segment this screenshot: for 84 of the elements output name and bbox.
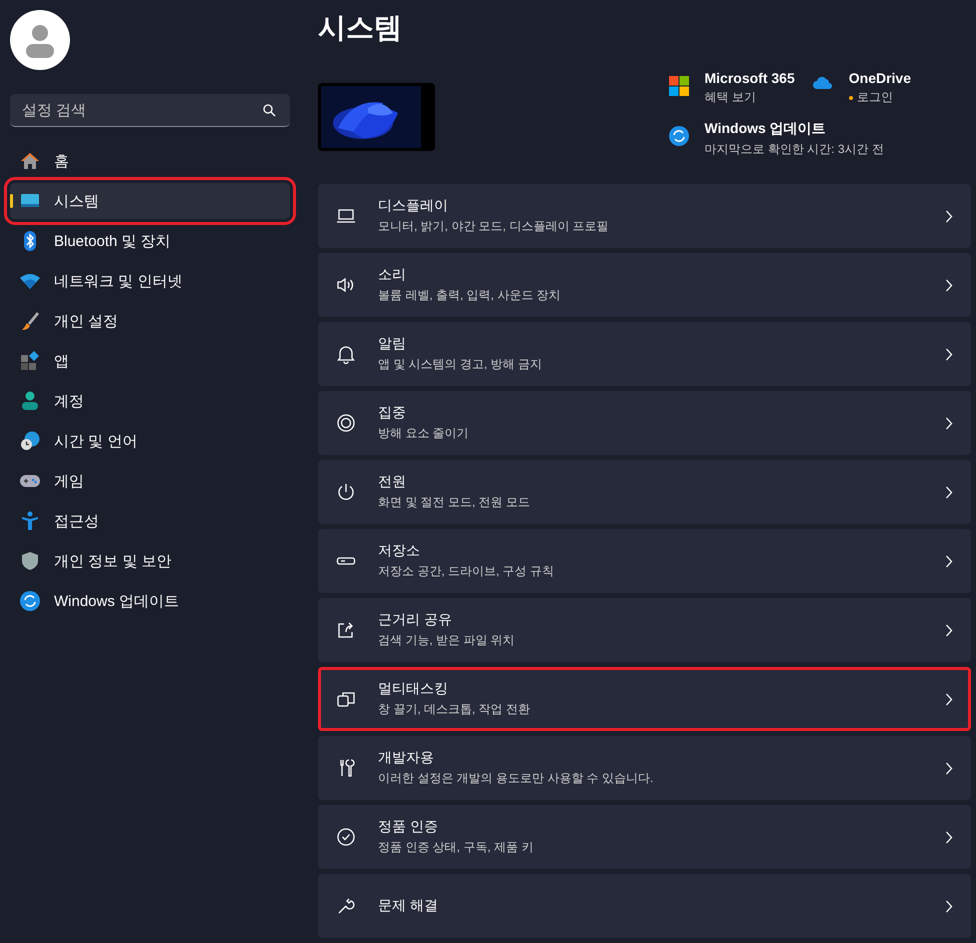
chevron-icon bbox=[945, 278, 953, 292]
bell-icon bbox=[336, 344, 356, 364]
card-subtitle: 앱 및 시스템의 경고, 방해 금지 bbox=[378, 356, 544, 373]
chevron-icon bbox=[945, 692, 953, 706]
settings-card[interactable]: 개발자용 이러한 설정은 개발의 용도로만 사용할 수 있습니다. bbox=[318, 736, 971, 800]
chevron-icon bbox=[945, 416, 953, 430]
card-subtitle: 정품 인증 상태, 구독, 제품 키 bbox=[378, 839, 534, 856]
settings-card[interactable]: 집중 방해 요소 줄이기 bbox=[318, 391, 971, 455]
service-title[interactable]: OneDrive bbox=[848, 70, 911, 86]
nav-item[interactable]: 개인 정보 및 보안 bbox=[10, 543, 290, 579]
settings-card[interactable]: 멀티태스킹 창 끌기, 데스크톱, 작업 전환 bbox=[318, 667, 971, 731]
settings-card[interactable]: 저장소 저장소 공간, 드라이브, 구성 규칙 bbox=[318, 529, 971, 593]
nav-item[interactable]: Bluetooth 및 장치 bbox=[10, 223, 290, 259]
service-title[interactable]: Windows 업데이트 bbox=[704, 120, 884, 138]
wrench-icon bbox=[336, 896, 356, 916]
settings-card[interactable]: 디스플레이 모니터, 밝기, 야간 모드, 디스플레이 프로필 bbox=[318, 184, 971, 248]
avatar-icon bbox=[10, 10, 70, 70]
brush-icon bbox=[20, 311, 40, 331]
settings-card[interactable]: 문제 해결 bbox=[318, 874, 971, 938]
tiles-icon bbox=[668, 76, 688, 96]
chevron-icon bbox=[945, 624, 953, 636]
card-subtitle: 저장소 공간, 드라이브, 구성 규칙 bbox=[378, 563, 556, 580]
card-subtitle: 모니터, 밝기, 야간 모드, 디스플레이 프로필 bbox=[378, 218, 610, 235]
home-icon bbox=[20, 151, 40, 171]
nav-item[interactable]: 앱 bbox=[10, 343, 290, 379]
settings-card[interactable]: 근거리 공유 검색 기능, 받은 파일 위치 bbox=[318, 598, 971, 662]
card-subtitle: 이러한 설정은 개발의 용도로만 사용할 수 있습니다. bbox=[378, 770, 654, 787]
chevron-icon bbox=[945, 348, 953, 360]
card-subtitle: 볼륨 레벨, 출력, 입력, 사운드 장치 bbox=[378, 287, 562, 304]
wifi-icon bbox=[20, 271, 40, 291]
chevron-icon bbox=[945, 762, 953, 774]
card-title: 정품 인증 bbox=[378, 818, 439, 836]
nav-item[interactable]: Windows 업데이트 bbox=[10, 583, 290, 619]
apps-icon bbox=[20, 351, 40, 371]
card-subtitle: 방해 요소 줄이기 bbox=[378, 425, 470, 442]
chevron-icon bbox=[945, 900, 953, 912]
nav-item[interactable]: 홈 bbox=[10, 143, 290, 179]
status-dot bbox=[848, 96, 853, 100]
shield-icon bbox=[20, 551, 40, 571]
nav-item[interactable]: 게임 bbox=[10, 463, 290, 499]
card-title: 근거리 공유 bbox=[378, 611, 453, 629]
card-title: 문제 해결 bbox=[378, 897, 439, 915]
accessibility-icon bbox=[20, 511, 40, 531]
service-title[interactable]: Microsoft 365 bbox=[704, 70, 795, 86]
check-circle-icon bbox=[336, 827, 356, 847]
nav-item[interactable]: 개인 설정 bbox=[10, 303, 290, 339]
card-title: 디스플레이 bbox=[378, 197, 449, 215]
search-field[interactable]: 설정 검색 bbox=[10, 94, 290, 127]
focus-icon bbox=[336, 413, 356, 433]
card-title: 알림 bbox=[378, 335, 407, 353]
nav-item[interactable]: 접근성 bbox=[10, 503, 290, 539]
speaker-icon bbox=[336, 275, 356, 295]
card-title: 멀티태스킹 bbox=[378, 680, 449, 698]
update-icon bbox=[668, 126, 688, 146]
settings-card[interactable]: 소리 볼륨 레벨, 출력, 입력, 사운드 장치 bbox=[318, 253, 971, 317]
chevron-icon bbox=[945, 830, 953, 844]
service-status: 마지막으로 확인한 시간: 3시간 전 bbox=[704, 141, 884, 158]
card-title: 개발자용 bbox=[378, 749, 435, 767]
search-icon bbox=[263, 104, 276, 117]
nav-item[interactable]: 시간 및 언어 bbox=[10, 423, 290, 459]
settings-card[interactable]: 알림 앱 및 시스템의 경고, 방해 금지 bbox=[318, 322, 971, 386]
card-subtitle: 화면 및 절전 모드, 전원 모드 bbox=[378, 494, 532, 511]
card-title: 소리 bbox=[378, 266, 407, 284]
chevron-icon bbox=[945, 486, 953, 498]
chevron-icon bbox=[945, 210, 953, 222]
card-subtitle: 창 끌기, 데스크톱, 작업 전환 bbox=[378, 701, 532, 718]
nav-item[interactable]: 네트워크 및 인터넷 bbox=[10, 263, 290, 299]
nav-item[interactable]: 계정 bbox=[10, 383, 290, 419]
card-title: 저장소 bbox=[378, 542, 421, 560]
card-title: 집중 bbox=[378, 404, 407, 422]
service-status: 로그인 bbox=[856, 89, 893, 106]
card-title: 전원 bbox=[378, 473, 407, 491]
settings-card[interactable]: 정품 인증 정품 인증 상태, 구독, 제품 키 bbox=[318, 805, 971, 869]
settings-card[interactable]: 전원 화면 및 절전 모드, 전원 모드 bbox=[318, 460, 971, 524]
chevron-icon bbox=[945, 554, 953, 568]
nav-item[interactable]: 시스템 bbox=[10, 183, 290, 219]
globe-clock-icon bbox=[20, 431, 40, 451]
power-icon bbox=[336, 482, 356, 502]
card-subtitle: 검색 기능, 받은 파일 위치 bbox=[378, 632, 516, 649]
page-title: 시스템 bbox=[318, 11, 403, 45]
service-status: 혜택 보기 bbox=[704, 89, 756, 106]
cloud-icon bbox=[812, 76, 833, 90]
update-icon bbox=[20, 591, 40, 611]
person-icon bbox=[20, 391, 40, 411]
